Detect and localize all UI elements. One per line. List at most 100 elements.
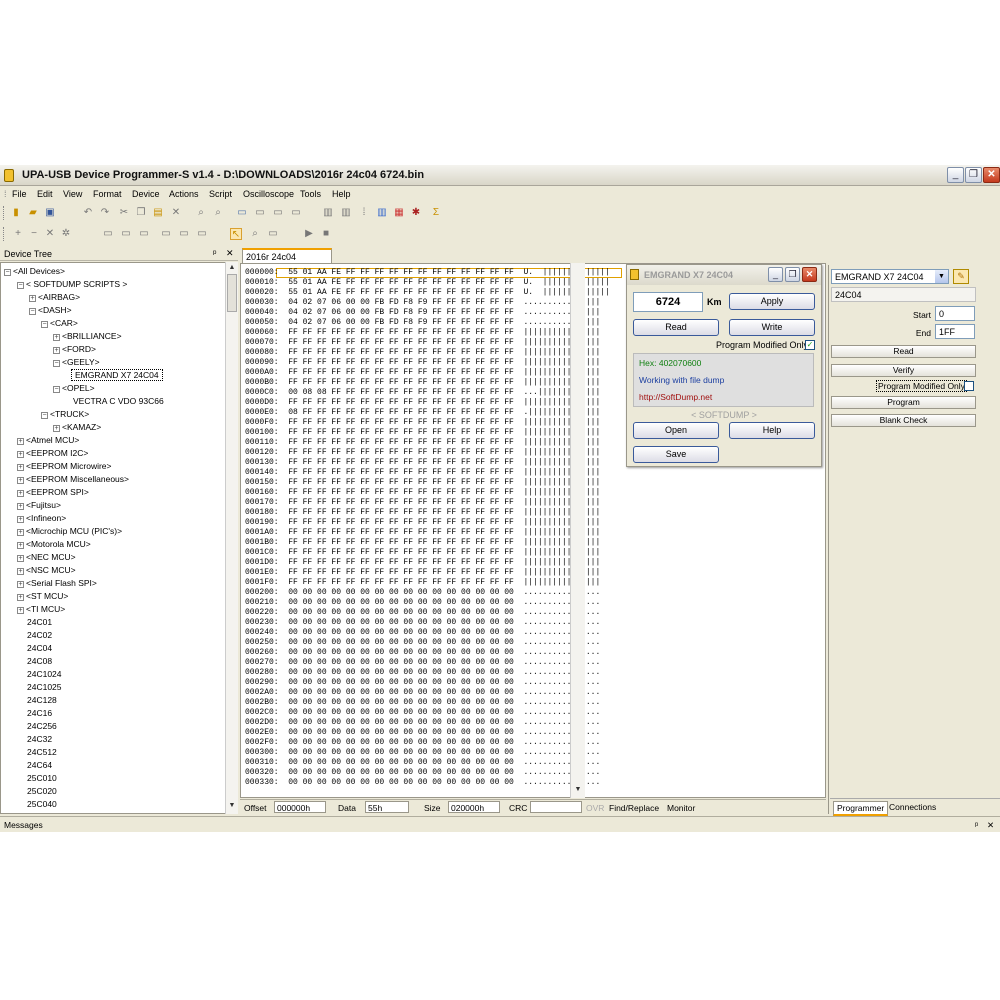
expand-icon[interactable]: + xyxy=(53,334,60,341)
hex-row[interactable]: 000290: 00 00 00 00 00 00 00 00 00 00 00… xyxy=(245,678,610,688)
tree-item[interactable]: + <EEPROM Microwire> xyxy=(17,461,112,471)
scroll-down-icon[interactable]: ▼ xyxy=(573,785,583,795)
hex-row[interactable]: 000030: 04 02 07 06 00 00 FB FD F8 F9 FF… xyxy=(245,298,610,308)
redo-icon[interactable]: ↷ xyxy=(99,207,111,219)
tree-item[interactable]: − <All Devices> xyxy=(4,266,65,276)
config-icon[interactable]: ▥ xyxy=(376,207,388,219)
hex-row[interactable]: 000040: 04 02 07 06 00 00 FB FD F8 F9 FF… xyxy=(245,308,610,318)
hex-row[interactable]: 0000F0: FF FF FF FF FF FF FF FF FF FF FF… xyxy=(245,418,610,428)
collapse-icon[interactable]: − xyxy=(41,412,48,419)
hex-row[interactable]: 000120: FF FF FF FF FF FF FF FF FF FF FF… xyxy=(245,448,610,458)
hex-row[interactable]: 0002F0: 00 00 00 00 00 00 00 00 00 00 00… xyxy=(245,738,610,748)
hex-row[interactable]: 0001C0: FF FF FF FF FF FF FF FF FF FF FF… xyxy=(245,548,610,558)
dialog-close-button[interactable]: ✕ xyxy=(802,267,817,282)
add-icon[interactable]: + xyxy=(12,228,24,240)
expand-icon[interactable]: + xyxy=(17,477,24,484)
end-input[interactable]: 1FF xyxy=(935,324,975,339)
close-icon[interactable]: ✕ xyxy=(226,248,234,259)
hex-row[interactable]: 000110: FF FF FF FF FF FF FF FF FF FF FF… xyxy=(245,438,610,448)
bug-icon[interactable]: ✱ xyxy=(410,207,422,219)
menu-view[interactable]: View xyxy=(63,189,82,199)
hex-row[interactable]: 000010: 55 01 AA FE FF FF FF FF FF FF FF… xyxy=(245,278,610,288)
minimize-button[interactable]: _ xyxy=(947,167,964,183)
hex-row[interactable]: 0000D0: FF FF FF FF FF FF FF FF FF FF FF… xyxy=(245,398,610,408)
km-input[interactable]: 6724 xyxy=(633,292,703,312)
collapse-icon[interactable]: − xyxy=(41,321,48,328)
expand-icon[interactable]: + xyxy=(17,490,24,497)
collapse-icon[interactable]: − xyxy=(53,360,60,367)
hex-row[interactable]: 000080: FF FF FF FF FF FF FF FF FF FF FF… xyxy=(245,348,610,358)
hex-row[interactable]: 0000B0: FF FF FF FF FF FF FF FF FF FF FF… xyxy=(245,378,610,388)
expand-icon[interactable]: + xyxy=(17,542,24,549)
tree-item[interactable]: + <Serial Flash SPI> xyxy=(17,578,97,588)
tree-item[interactable]: 25C010 xyxy=(27,773,57,783)
program-button[interactable]: Program xyxy=(831,396,976,409)
tree-item[interactable]: + <EEPROM I2C> xyxy=(17,448,88,458)
menu-help[interactable]: Help xyxy=(332,189,351,199)
tree-item[interactable]: 25C040 xyxy=(27,799,57,809)
tab-programmer[interactable]: Programmer xyxy=(833,801,889,816)
device-select-icon[interactable]: ▥ xyxy=(322,207,334,219)
hex-row[interactable]: 000270: 00 00 00 00 00 00 00 00 00 00 00… xyxy=(245,658,610,668)
hex-row[interactable]: 0002C0: 00 00 00 00 00 00 00 00 00 00 00… xyxy=(245,708,610,718)
hex-row[interactable]: 0002B0: 00 00 00 00 00 00 00 00 00 00 00… xyxy=(245,698,610,708)
hex-row[interactable]: 000320: 00 00 00 00 00 00 00 00 00 00 00… xyxy=(245,768,610,778)
program-modified-only-checkbox[interactable] xyxy=(964,381,974,391)
menu-edit[interactable]: Edit xyxy=(37,189,53,199)
hex-row[interactable]: 000180: FF FF FF FF FF FF FF FF FF FF FF… xyxy=(245,508,610,518)
scroll-up-icon[interactable]: ▲ xyxy=(227,263,237,273)
menu-device[interactable]: Device xyxy=(132,189,160,199)
hex-row[interactable]: 000280: 00 00 00 00 00 00 00 00 00 00 00… xyxy=(245,668,610,678)
hex-row[interactable]: 0001B0: FF FF FF FF FF FF FF FF FF FF FF… xyxy=(245,538,610,548)
collapse-icon[interactable]: − xyxy=(29,308,36,315)
tree-item[interactable]: + <FORD> xyxy=(53,344,96,354)
hex-scrollbar[interactable]: ▼ xyxy=(570,263,585,798)
expand-icon[interactable]: + xyxy=(29,295,36,302)
expand-icon[interactable]: + xyxy=(17,607,24,614)
tree-item[interactable]: − <OPEL> xyxy=(53,383,95,393)
tree-item[interactable]: 24C128 xyxy=(27,695,57,705)
expand-icon[interactable]: + xyxy=(17,464,24,471)
hex-row[interactable]: 0000E0: 08 FF FF FF FF FF FF FF FF FF FF… xyxy=(245,408,610,418)
hex-row[interactable]: 000210: 00 00 00 00 00 00 00 00 00 00 00… xyxy=(245,598,610,608)
tree-item[interactable]: VECTRA C VDO 93C66 xyxy=(73,396,164,406)
pointer-icon[interactable]: ↖ xyxy=(230,228,242,240)
hex-row[interactable]: 0000C0: 00 08 08 FF FF FF FF FF FF FF FF… xyxy=(245,388,610,398)
expand-icon[interactable]: + xyxy=(17,451,24,458)
tree-item[interactable]: 24C32 xyxy=(27,734,52,744)
tree-item[interactable]: + <NEC MCU> xyxy=(17,552,76,562)
hex-row[interactable]: 000000: 55 01 AA FE FF FF FF FF FF FF FF… xyxy=(245,268,610,278)
new-file-icon[interactable]: ▮ xyxy=(10,207,22,219)
hex-row[interactable]: 0001A0: FF FF FF FF FF FF FF FF FF FF FF… xyxy=(245,528,610,538)
script-icon[interactable]: ▦ xyxy=(393,207,405,219)
hex-row[interactable]: 0001F0: FF FF FF FF FF FF FF FF FF FF FF… xyxy=(245,578,610,588)
menu-tools[interactable]: Tools xyxy=(300,189,321,199)
expand-icon[interactable]: + xyxy=(17,529,24,536)
tree-item[interactable]: + <Fujitsu> xyxy=(17,500,61,510)
tree-item[interactable]: − <CAR> xyxy=(41,318,78,328)
hex-row[interactable]: 000330: 00 00 00 00 00 00 00 00 00 00 00… xyxy=(245,778,610,788)
read-button[interactable]: Read xyxy=(831,345,976,358)
tree-item[interactable]: 24C512 xyxy=(27,747,57,757)
close-button[interactable]: ✕ xyxy=(983,167,1000,183)
hex-row[interactable]: 000060: FF FF FF FF FF FF FF FF FF FF FF… xyxy=(245,328,610,338)
tree-item[interactable]: 24C08 xyxy=(27,656,52,666)
menu-script[interactable]: Script xyxy=(209,189,232,199)
menu-file[interactable]: File xyxy=(12,189,27,199)
collapse-icon[interactable]: − xyxy=(53,386,60,393)
start-input[interactable]: 0 xyxy=(935,306,975,321)
tree-item[interactable]: 24C02 xyxy=(27,630,52,640)
hex-row[interactable]: 000300: 00 00 00 00 00 00 00 00 00 00 00… xyxy=(245,748,610,758)
hex-row[interactable]: 000240: 00 00 00 00 00 00 00 00 00 00 00… xyxy=(245,628,610,638)
hex-row[interactable]: 000190: FF FF FF FF FF FF FF FF FF FF FF… xyxy=(245,518,610,528)
sigma-icon[interactable]: Σ xyxy=(430,207,442,219)
tree-item[interactable]: + <AIRBAG> xyxy=(29,292,80,302)
tree-item[interactable]: 25C020 xyxy=(27,786,57,796)
tree-item[interactable]: + <BRILLIANCE> xyxy=(53,331,122,341)
tree-item[interactable]: 24C01 xyxy=(27,617,52,627)
dialog-maximize-button[interactable]: ❐ xyxy=(785,267,800,282)
hex-row[interactable]: 0002D0: 00 00 00 00 00 00 00 00 00 00 00… xyxy=(245,718,610,728)
chip-icon[interactable]: ⁞ xyxy=(358,207,370,219)
expand-icon[interactable]: + xyxy=(17,581,24,588)
view-4-icon[interactable]: ▭ xyxy=(160,228,172,240)
